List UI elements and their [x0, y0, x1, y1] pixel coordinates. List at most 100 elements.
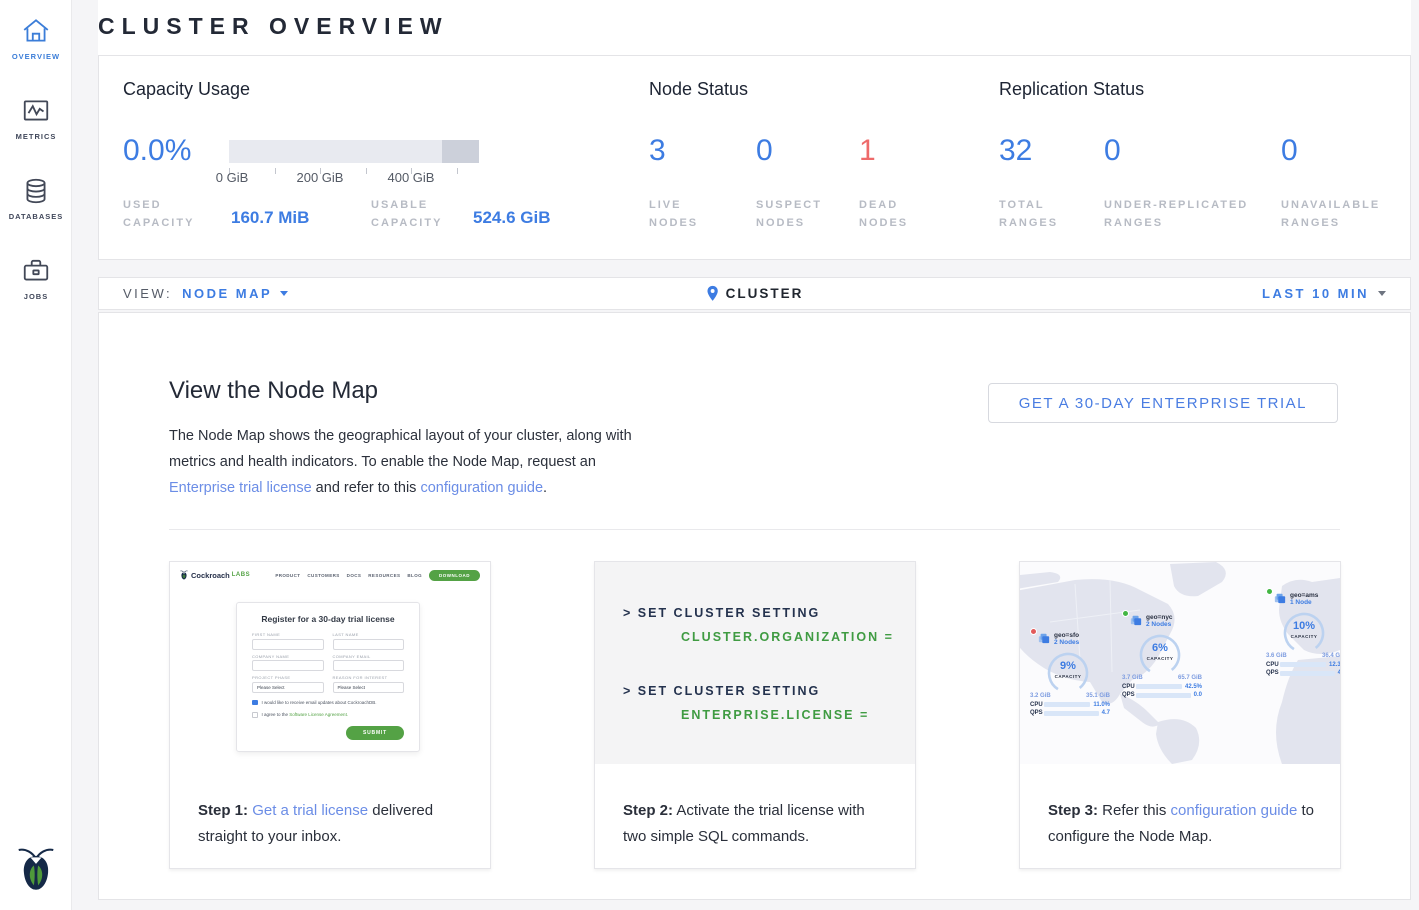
used-capacity-label: USED CAPACITY: [123, 196, 215, 232]
axis-tick-label: 400 GiB: [388, 170, 435, 185]
sql-setting-name: CLUSTER.ORGANIZATION =: [681, 630, 894, 644]
dead-nodes-label: DEAD NODES: [859, 196, 924, 232]
step1-card: Cockroach LABS PRODUCT CUSTOMERS DOCS RE…: [169, 561, 491, 869]
capacity-gauge: 10% CAPACITY: [1276, 609, 1332, 653]
mini-nav-item: BLOG: [407, 573, 422, 578]
status-dot-green: [1122, 610, 1129, 617]
mini-nav-item: RESOURCES: [368, 573, 400, 578]
step3-caption: Step 3: Refer this configuration guide t…: [1048, 798, 1316, 850]
content-area: CLUSTER OVERVIEW Capacity Usage 0.0% 0 G…: [72, 0, 1419, 910]
mini-field-label: REASON FOR INTEREST: [333, 675, 405, 680]
capacity-percent: 6%: [1132, 642, 1188, 654]
region-name: geo=ams: [1290, 592, 1318, 599]
sidebar-item-metrics[interactable]: METRICS: [0, 96, 72, 141]
home-icon: [21, 16, 51, 46]
get-enterprise-trial-button[interactable]: GET A 30-DAY ENTERPRISE TRIAL: [988, 383, 1338, 423]
mini-checkbox-checked: [252, 700, 258, 706]
capacity-usage-title: Capacity Usage: [123, 79, 250, 100]
qps-value: 0.0: [1194, 692, 1202, 698]
sidebar-item-databases[interactable]: DATABASES: [0, 176, 72, 221]
map-region-sfo: geo=sfo 2 Nodes 9% CAPACITY 3.2 GiB35.1 …: [1030, 632, 1110, 716]
page-title: CLUSTER OVERVIEW: [98, 13, 449, 40]
sql-command: > SET CLUSTER SETTING: [623, 684, 820, 698]
region-name: geo=nyc: [1146, 614, 1173, 621]
sidebar: OVERVIEW METRICS DATABASES JOBS: [0, 0, 72, 910]
qps-sparkline: [1136, 693, 1191, 698]
sidebar-item-label: OVERVIEW: [0, 52, 72, 61]
status-dot-red: [1030, 628, 1037, 635]
sidebar-item-label: METRICS: [0, 132, 72, 141]
capacity-bar: [229, 140, 479, 163]
view-bar: VIEW: NODE MAP CLUSTER LAST 10 MIN: [98, 277, 1411, 310]
mini-nav-item: DOCS: [347, 573, 362, 578]
suspect-nodes-value: 0: [756, 134, 773, 168]
map-region-nyc: geo=nyc 2 Nodes 6% CAPACITY 3.7 GiB65.7 …: [1122, 614, 1202, 698]
mini-checkbox-label: I agree to the Software License Agreemen…: [262, 712, 349, 717]
mini-cockroach-logo-icon: [180, 570, 188, 580]
chevron-down-icon: [280, 291, 288, 296]
step2-caption: Step 2: Activate the trial license with …: [623, 798, 891, 850]
total-gib: 65.7 GiB: [1178, 675, 1202, 681]
sidebar-item-label: DATABASES: [0, 212, 72, 221]
node-map-description: The Node Map shows the geographical layo…: [169, 423, 637, 501]
mini-field-label: COMPANY NAME: [252, 654, 324, 659]
mini-nav-item: CUSTOMERS: [307, 573, 339, 578]
mini-checkbox-unchecked: [252, 712, 258, 718]
sidebar-item-label: JOBS: [0, 292, 72, 301]
replication-status-title: Replication Status: [999, 79, 1144, 100]
suspect-nodes-label: SUSPECT NODES: [756, 196, 841, 232]
live-nodes-label: LIVE NODES: [649, 196, 729, 232]
dead-nodes-value: 1: [859, 134, 876, 168]
metrics-icon: [21, 96, 51, 126]
enterprise-trial-license-link[interactable]: Enterprise trial license: [169, 480, 312, 496]
total-gib: 36.4 GiB: [1322, 653, 1340, 659]
mini-input: [252, 639, 324, 650]
region-node-count: 1 Node: [1290, 599, 1318, 606]
step-number: Step 2:: [623, 802, 673, 819]
view-selector-dropdown[interactable]: NODE MAP: [182, 286, 288, 301]
time-range-dropdown[interactable]: LAST 10 MIN: [1262, 278, 1386, 309]
used-capacity-value: 160.7 MiB: [231, 208, 309, 228]
sql-code-block: > SET CLUSTER SETTING CLUSTER.ORGANIZATI…: [595, 562, 915, 764]
qps-sparkline: [1044, 711, 1099, 716]
mini-field-label: COMPANY EMAIL: [333, 654, 405, 659]
region-name: geo=sfo: [1054, 632, 1079, 639]
configuration-guide-link[interactable]: configuration guide: [1171, 802, 1298, 819]
sidebar-item-jobs[interactable]: JOBS: [0, 256, 72, 301]
cockroachdb-logo: [0, 845, 72, 898]
cpu-label: CPU: [1030, 702, 1041, 708]
capacity-label: CAPACITY: [1040, 674, 1096, 679]
step1-caption: Step 1: Get a trial license delivered st…: [198, 798, 466, 850]
qps-value: 4.4: [1338, 670, 1340, 676]
axis-tick-label: 200 GiB: [297, 170, 344, 185]
step-number: Step 3:: [1048, 802, 1098, 819]
view-label: VIEW:: [123, 286, 172, 301]
mini-license-link: Software License Agreement.: [289, 712, 348, 717]
cluster-summary-panel: Capacity Usage 0.0% 0 GiB 200 GiB 400 Gi…: [98, 55, 1411, 260]
step2-card: > SET CLUSTER SETTING CLUSTER.ORGANIZATI…: [594, 561, 916, 869]
cpu-value: 11.0%: [1093, 702, 1110, 708]
total-ranges-value: 32: [999, 134, 1032, 168]
mini-checkbox-label: I would like to receive email updates ab…: [262, 700, 377, 705]
sidebar-item-overview[interactable]: OVERVIEW: [0, 16, 72, 61]
description-text: The Node Map shows the geographical layo…: [169, 428, 632, 470]
get-trial-license-link[interactable]: Get a trial license: [252, 802, 368, 819]
mini-select: Please Select: [333, 682, 405, 693]
cpu-label: CPU: [1266, 662, 1277, 668]
node-status-title: Node Status: [649, 79, 748, 100]
description-text: .: [543, 480, 547, 496]
node-map-preview-image: geo=sfo 2 Nodes 9% CAPACITY 3.2 GiB35.1 …: [1020, 562, 1340, 764]
axis-tick-label: 0 GiB: [216, 170, 249, 185]
used-gib: 3.6 GiB: [1266, 653, 1287, 659]
mini-select: Please Select: [252, 682, 324, 693]
unavailable-ranges-label: UNAVAILABLE RANGES: [1281, 196, 1396, 232]
description-text: and refer to this: [312, 480, 421, 496]
divider: [169, 529, 1340, 530]
region-node-count: 2 Nodes: [1146, 621, 1173, 628]
cpu-value: 42.5%: [1185, 684, 1202, 690]
under-replicated-ranges-value: 0: [1104, 134, 1121, 168]
unavailable-ranges-value: 0: [1281, 134, 1298, 168]
cpu-sparkline: [1136, 684, 1182, 689]
configuration-guide-link[interactable]: configuration guide: [420, 480, 543, 496]
breadcrumb-cluster[interactable]: CLUSTER: [726, 286, 804, 301]
